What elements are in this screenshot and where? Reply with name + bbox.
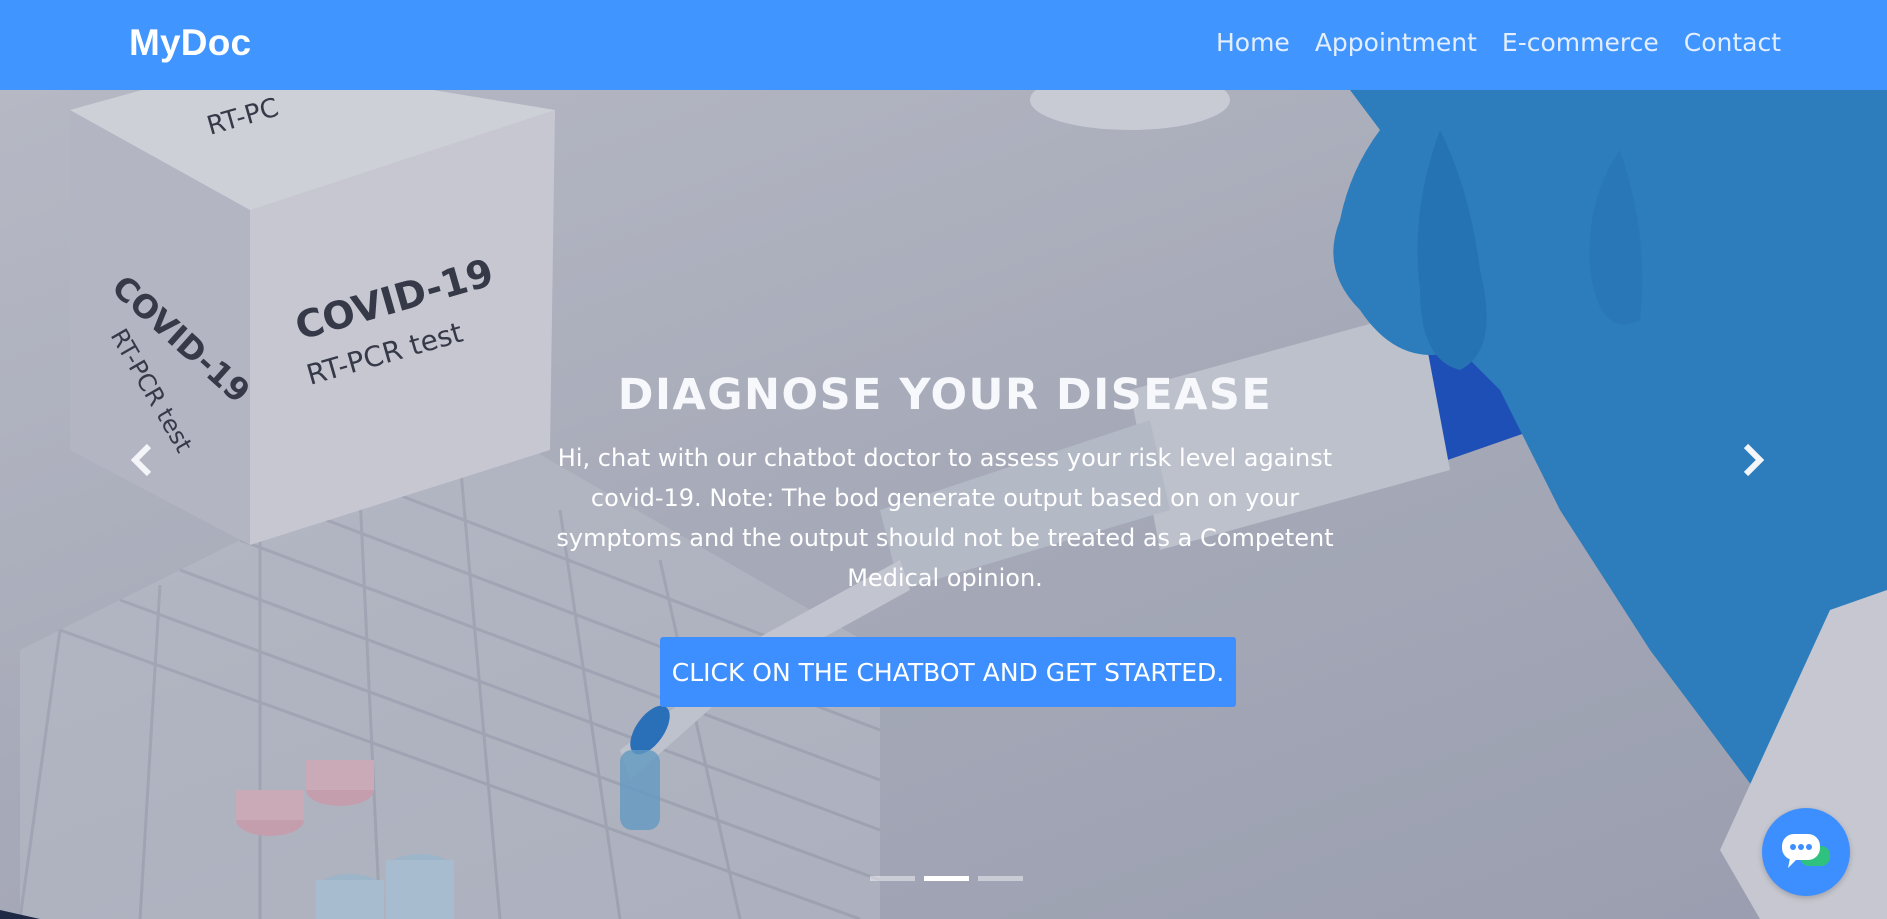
- nav-link-contact[interactable]: Contact: [1684, 28, 1781, 57]
- hero-carousel: COVID-19 RT-PCR test COVID-19 RT-PCR tes…: [0, 90, 1887, 919]
- chatbot-launcher-button[interactable]: [1762, 808, 1850, 896]
- cta-button[interactable]: CLICK ON THE CHATBOT AND GET STARTED.: [660, 637, 1236, 707]
- nav-link-home[interactable]: Home: [1216, 28, 1290, 57]
- carousel-indicators: [870, 876, 1023, 881]
- nav-link-ecommerce[interactable]: E-commerce: [1502, 28, 1659, 57]
- carousel-prev-button[interactable]: [122, 440, 162, 480]
- brand-logo[interactable]: MyDoc: [129, 22, 251, 64]
- carousel-indicator-2[interactable]: [924, 876, 969, 881]
- carousel-indicator-1[interactable]: [870, 876, 915, 881]
- hero-caption: DIAGNOSE YOUR DISEASE Hi, chat with our …: [540, 370, 1350, 598]
- chat-bubble-icon: [1782, 834, 1830, 868]
- nav-links: Home Appointment E-commerce Contact: [1216, 28, 1781, 57]
- chevron-left-icon: [130, 443, 152, 477]
- carousel-indicator-3[interactable]: [978, 876, 1023, 881]
- navbar: MyDoc Home Appointment E-commerce Contac…: [0, 0, 1887, 90]
- hero-description: Hi, chat with our chatbot doctor to asse…: [556, 444, 1334, 592]
- chevron-right-icon: [1743, 443, 1765, 477]
- hero-title: DIAGNOSE YOUR DISEASE: [617, 370, 1273, 420]
- carousel-next-button[interactable]: [1733, 440, 1773, 480]
- nav-link-appointment[interactable]: Appointment: [1315, 28, 1477, 57]
